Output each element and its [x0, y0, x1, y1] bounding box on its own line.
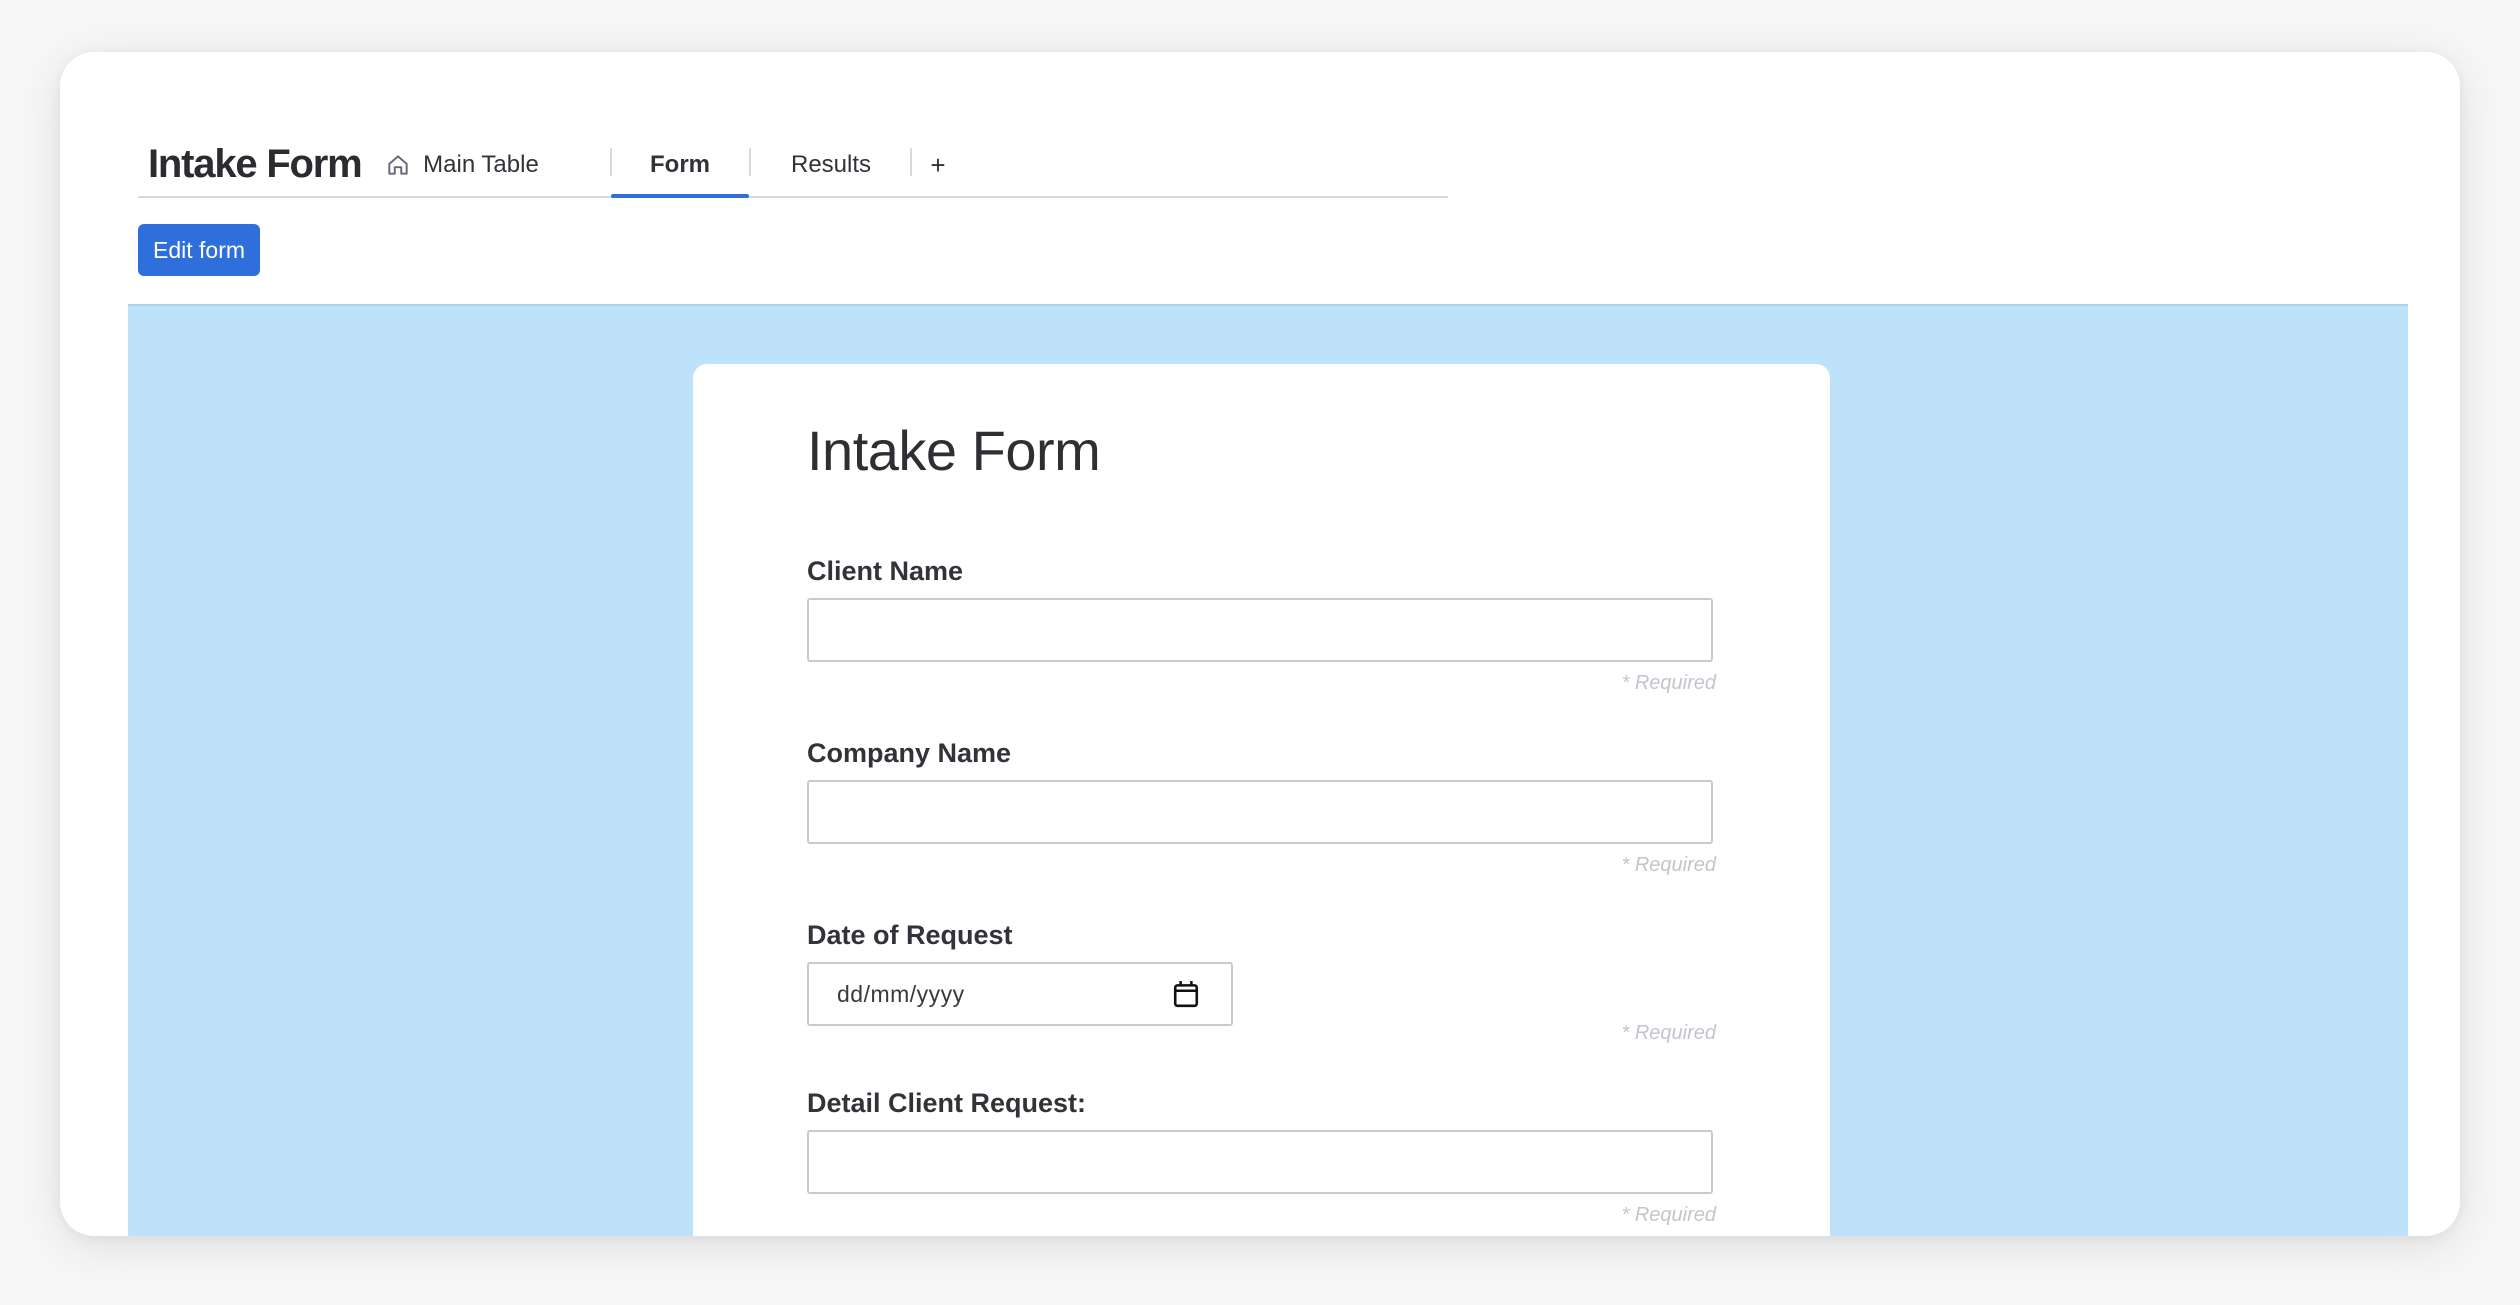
date-of-request-input[interactable]: dd/mm/yyyy [807, 962, 1233, 1026]
tab-label: Results [790, 151, 872, 178]
calendar-icon[interactable] [1173, 980, 1199, 1008]
date-of-request-label: Date of Request [807, 920, 1013, 950]
detail-client-request-input[interactable] [807, 1130, 1713, 1194]
edit-form-button[interactable]: Edit form [138, 224, 260, 276]
form-canvas: Intake Form Client Name * Required Compa… [128, 304, 2408, 1236]
board-header: Intake Form Main Table Form Results + [138, 134, 1448, 198]
form-title: Intake Form [807, 419, 1101, 482]
required-note: * Required [1621, 672, 1716, 694]
required-note: * Required [1621, 1022, 1716, 1044]
tab-label: Form [650, 151, 710, 178]
detail-client-request-label: Detail Client Request: [807, 1088, 1087, 1118]
board-title: Intake Form [148, 142, 363, 186]
client-name-label: Client Name [807, 556, 964, 586]
date-placeholder: dd/mm/yyyy [837, 980, 965, 1007]
app-window: Intake Form Main Table Form Results + Ed… [60, 52, 2460, 1236]
tab-divider [910, 148, 912, 176]
form-card: Intake Form Client Name * Required Compa… [693, 364, 1830, 1236]
tab-label: Main Table [423, 151, 539, 178]
tab-main-table[interactable]: Main Table [382, 134, 542, 196]
tab-results[interactable]: Results [751, 134, 911, 196]
company-name-label: Company Name [807, 738, 1012, 768]
plus-icon: + [930, 149, 946, 180]
tab-form[interactable]: Form [611, 134, 749, 198]
required-note: * Required [1621, 1204, 1716, 1226]
company-name-input[interactable] [807, 780, 1713, 844]
client-name-input[interactable] [807, 598, 1713, 662]
required-note: * Required [1621, 854, 1716, 876]
home-icon [388, 155, 408, 175]
add-tab-button[interactable]: + [918, 134, 958, 196]
